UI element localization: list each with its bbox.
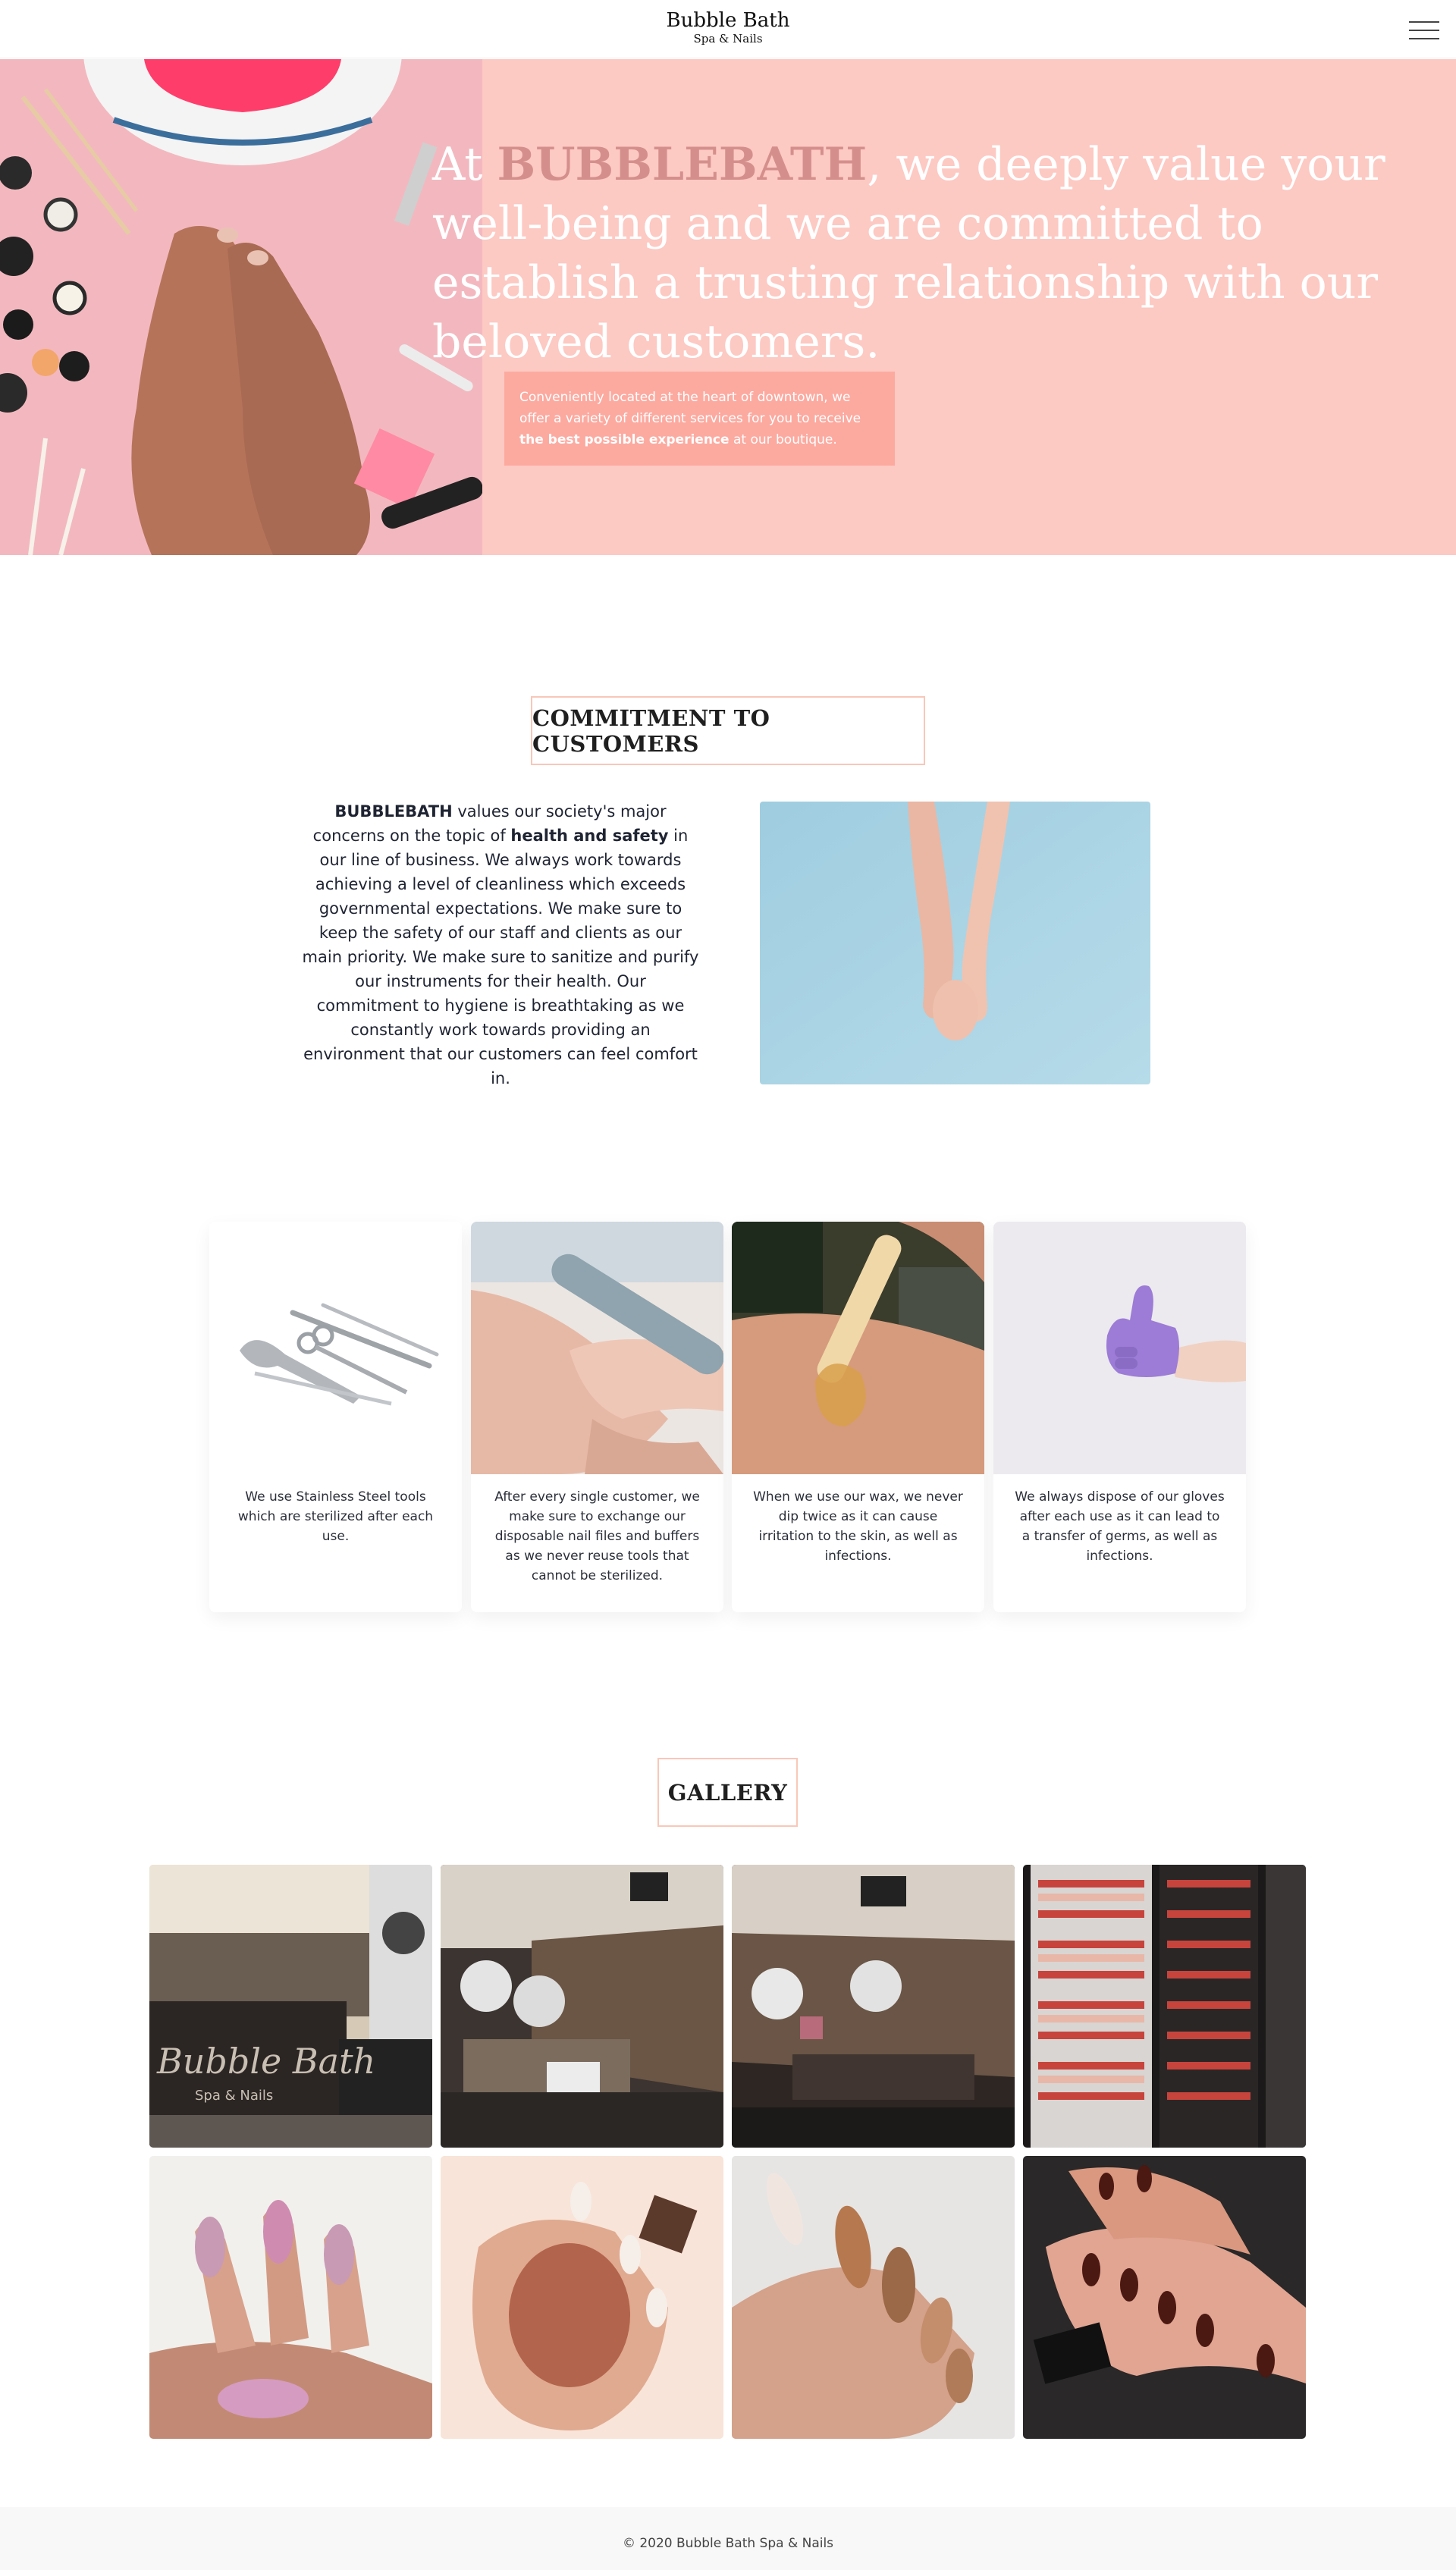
site-logo[interactable]: Bubble Bath Spa & Nails	[0, 9, 1456, 46]
safety-card-text: We always dispose of our gloves after ea…	[1015, 1489, 1225, 1564]
commitment-text-2: in our line of business. We always work …	[302, 827, 699, 1087]
gallery-image-polish-wall[interactable]	[1023, 1865, 1306, 2148]
safety-card-text: We use Stainless Steel tools which are s…	[237, 1489, 434, 1544]
commitment-bold-1: health and safety	[510, 827, 669, 845]
commitment-hands-photo	[760, 802, 1150, 1084]
steel-tools-photo	[209, 1222, 462, 1474]
reception-sign-text: Bubble Bath	[156, 2041, 375, 2082]
safety-card-gloves: We always dispose of our gloves after ea…	[993, 1222, 1246, 1612]
safety-card-files: After every single customer, we make sur…	[471, 1222, 723, 1612]
logo-sub-text: Spa & Nails	[693, 32, 763, 46]
hero-card-bold: the best possible experience	[519, 432, 730, 447]
gallery-title: GALLERY	[657, 1758, 798, 1827]
gallery-image-gold-nails[interactable]	[732, 2156, 1015, 2439]
commitment-text: BUBBLEBATH values our society's major co…	[302, 799, 699, 1090]
hero-info-card: Conveniently located at the heart of dow…	[504, 372, 895, 466]
safety-card-tools: We use Stainless Steel tools which are s…	[209, 1222, 462, 1612]
logo-main-text: Bubble Bath	[666, 9, 790, 32]
hero-card-end: at our boutique.	[729, 432, 837, 447]
hamburger-menu-icon[interactable]	[1409, 20, 1439, 41]
reception-sign-sub: Spa & Nails	[195, 2088, 273, 2104]
gallery-image-reception[interactable]: Bubble Bath Spa & Nails	[149, 1865, 432, 2148]
hero-card-text: Conveniently located at the heart of dow…	[519, 390, 861, 426]
gallery-image-spa-room[interactable]	[732, 1865, 1015, 2148]
commitment-title: COMMITMENT TO CUSTOMERS	[531, 696, 925, 765]
wax-application-photo	[732, 1222, 984, 1474]
safety-card-text: After every single customer, we make sur…	[494, 1489, 700, 1583]
gallery-image-dark-nails[interactable]	[1023, 2156, 1306, 2439]
safety-card-text: When we use our wax, we never dip twice …	[753, 1489, 963, 1564]
safety-card-wax: When we use our wax, we never dip twice …	[732, 1222, 984, 1612]
commitment-brand: BUBBLEBATH	[334, 802, 453, 821]
nail-file-photo	[471, 1222, 723, 1474]
hero-headline: At BUBBLEBATH, we deeply value your well…	[432, 135, 1418, 372]
gallery-image-glitter-nails[interactable]	[149, 2156, 432, 2439]
hero-manicure-photo	[0, 59, 482, 555]
gallery-image-perfume-nails[interactable]	[441, 2156, 723, 2439]
site-footer: © 2020 Bubble Bath Spa & Nails	[0, 2507, 1456, 2570]
headline-brand: BUBBLEBATH	[497, 138, 868, 191]
footer-copyright: © 2020 Bubble Bath Spa & Nails	[622, 2536, 834, 2551]
hero-section: At BUBBLEBATH, we deeply value your well…	[0, 59, 1456, 555]
gallery-image-pedicure-chairs[interactable]	[441, 1865, 723, 2148]
site-header: Bubble Bath Spa & Nails	[0, 0, 1456, 58]
gloved-thumbs-up-photo	[993, 1222, 1246, 1474]
headline-prefix: At	[432, 138, 497, 191]
